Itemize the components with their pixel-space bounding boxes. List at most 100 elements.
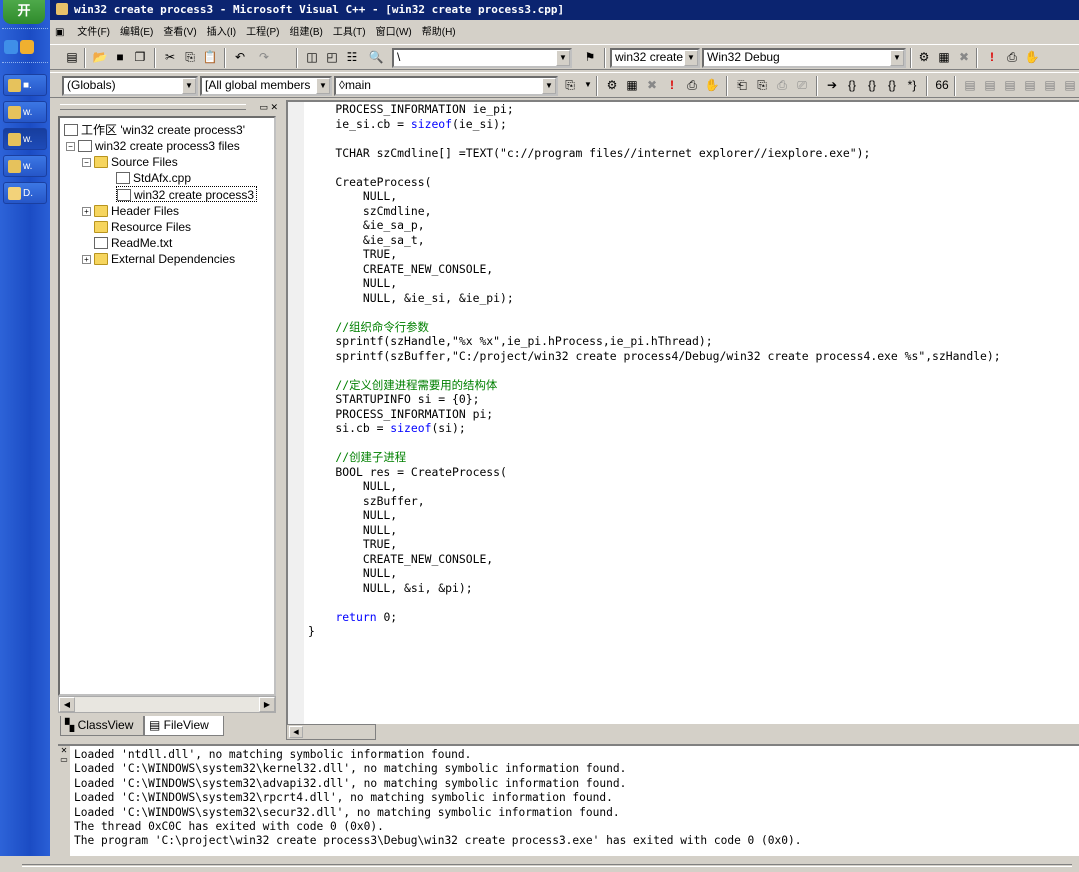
call-stack-icon[interactable]: ▤ (1042, 77, 1058, 93)
restart-icon[interactable]: ⎗ (734, 77, 750, 93)
save-all-icon[interactable]: ❐ (132, 49, 148, 65)
registers-icon[interactable]: ▤ (1002, 77, 1018, 93)
go-icon[interactable]: ⎙ (684, 77, 700, 93)
find-icon[interactable]: ⚑ (582, 49, 598, 65)
stop-build-icon[interactable]: ✖ (956, 49, 972, 65)
tree-node-main-file[interactable]: win32 create process3 (116, 186, 258, 202)
menu-item[interactable]: 帮助(H) (417, 22, 461, 44)
compile-icon[interactable]: ⚙ (604, 77, 620, 93)
chevron-down-icon[interactable]: ▼ (182, 78, 196, 94)
menu-icon[interactable]: ▣ (50, 22, 69, 44)
menu-item[interactable]: 工程(P) (241, 22, 284, 44)
variables-icon[interactable]: ▤ (982, 77, 998, 93)
taskbar-button[interactable]: ■. (3, 74, 47, 96)
menu-item[interactable]: 工具(T) (328, 22, 371, 44)
tree-horizontal-scrollbar[interactable]: ◀ ▶ (58, 696, 276, 713)
menu-item[interactable]: 查看(V) (158, 22, 201, 44)
disassembly-icon[interactable]: ▤ (1062, 77, 1078, 93)
tab-fileview[interactable]: ▤ FileView (144, 716, 224, 736)
tree-root-workspace[interactable]: 工作区 'win32 create process3' (64, 122, 245, 138)
class-scope-combo[interactable]: (Globals) ▼ (62, 76, 198, 96)
scroll-right-icon[interactable]: ▶ (259, 697, 275, 712)
tree-node-external-dependencies[interactable]: + External Dependencies (82, 251, 235, 267)
chevron-down-icon[interactable]: ▼ (890, 50, 904, 66)
quick-watch-icon[interactable]: 66 (934, 77, 950, 93)
save-icon[interactable]: ■ (112, 49, 128, 65)
output-dock-grip[interactable]: ✕ ▭ (58, 746, 70, 856)
menu-item[interactable]: 组建(B) (285, 22, 328, 44)
tree-node-readme[interactable]: ReadMe.txt (94, 235, 172, 251)
expand-icon[interactable]: + (82, 207, 91, 216)
breakpoint-hand-icon[interactable]: ✋ (704, 77, 720, 93)
go-icon[interactable]: ⎙ (1004, 49, 1020, 65)
output-text[interactable]: Loaded 'ntdll.dll', no matching symbolic… (74, 748, 801, 849)
collapse-icon[interactable]: − (82, 158, 91, 167)
new-file-icon[interactable]: ▤ (64, 49, 80, 65)
taskbar-button[interactable]: D. (3, 182, 47, 204)
start-button[interactable]: 开 (3, 0, 45, 24)
menu-item[interactable]: 插入(I) (202, 22, 241, 44)
media-player-icon[interactable] (20, 40, 34, 55)
taskbar-button[interactable]: w. (3, 155, 47, 177)
scroll-left-icon[interactable]: ◀ (289, 726, 303, 738)
taskbar-button[interactable]: w. (3, 101, 47, 123)
execute-icon[interactable]: ! (664, 77, 680, 93)
tab-classview[interactable]: ▚ ClassView (60, 716, 144, 736)
run-to-cursor-icon[interactable]: *} (904, 77, 920, 93)
chevron-down-icon[interactable]: ▼ (580, 77, 596, 93)
scroll-left-icon[interactable]: ◀ (59, 697, 75, 712)
collapse-icon[interactable]: − (66, 142, 75, 151)
redo-icon[interactable]: ↷ (256, 49, 272, 65)
open-folder-icon[interactable]: 📂 (92, 49, 108, 65)
tree-node-header-files[interactable]: + Header Files (82, 203, 179, 219)
breakpoint-hand-icon[interactable]: ✋ (1024, 49, 1040, 65)
dock-grip[interactable] (60, 104, 246, 110)
undo-icon[interactable]: ↶ (232, 49, 248, 65)
chevron-down-icon[interactable]: ▼ (556, 50, 570, 66)
editor-horizontal-scrollbar[interactable]: ◀ (286, 724, 376, 740)
expand-icon[interactable]: + (82, 255, 91, 264)
apply-code-changes-icon[interactable]: ⎚ (794, 77, 810, 93)
members-combo[interactable]: [All global members ▼ (200, 76, 332, 96)
chevron-down-icon[interactable]: ▼ (542, 78, 556, 94)
tree-node-resource-files[interactable]: Resource Files (94, 219, 191, 235)
find-in-files-icon[interactable]: 🔍 (368, 49, 384, 65)
workspace-icon[interactable]: ◫ (304, 49, 320, 65)
wizard-actions-icon[interactable]: ⎘ (562, 77, 578, 93)
app-icon[interactable] (56, 3, 68, 15)
menu-item[interactable]: 编辑(E) (115, 22, 158, 44)
compile-icon[interactable]: ⚙ (916, 49, 932, 65)
restore-icon[interactable]: ▭ (60, 755, 68, 764)
build-icon[interactable]: ▦ (624, 77, 640, 93)
paste-icon[interactable]: 📋 (202, 49, 218, 65)
show-next-statement-icon[interactable]: ➔ (824, 77, 840, 93)
close-icon[interactable]: ✕ (270, 102, 278, 112)
watch-icon[interactable]: ▤ (962, 77, 978, 93)
step-into-icon[interactable]: {} (844, 77, 860, 93)
find-combo[interactable]: \ ▼ (392, 48, 572, 68)
output-window-icon[interactable]: ◰ (324, 49, 340, 65)
chevron-down-icon[interactable]: ▼ (316, 78, 330, 94)
cut-icon[interactable]: ✂ (162, 49, 178, 65)
code-text[interactable]: PROCESS_INFORMATION ie_pi; ie_si.cb = si… (308, 102, 1001, 639)
step-over-icon[interactable]: {} (864, 77, 880, 93)
stop-debugging-icon[interactable]: ⎘ (754, 77, 770, 93)
break-icon[interactable]: ⎙ (774, 77, 790, 93)
close-icon[interactable]: ✕ (61, 746, 68, 755)
copy-icon[interactable]: ⎘ (182, 49, 198, 65)
menu-item[interactable]: 窗口(W) (371, 22, 417, 44)
build-icon[interactable]: ▦ (936, 49, 952, 65)
function-combo[interactable]: ◊main ▼ (334, 76, 558, 96)
memory-icon[interactable]: ▤ (1022, 77, 1038, 93)
window-titlebar[interactable]: win32 create process3 - Microsoft Visual… (50, 0, 1079, 20)
tree-node-source-files[interactable]: − Source Files (82, 154, 178, 170)
execute-icon[interactable]: ! (984, 49, 1000, 65)
editor-selection-margin[interactable] (288, 102, 304, 724)
restore-icon[interactable]: ▭ (259, 102, 268, 112)
menu-item[interactable]: 文件(F) (72, 22, 115, 44)
chevron-down-icon[interactable]: ▼ (684, 50, 698, 66)
code-editor[interactable]: PROCESS_INFORMATION ie_pi; ie_si.cb = si… (286, 100, 1079, 724)
build-config-combo[interactable]: Win32 Debug ▼ (702, 48, 906, 68)
tree-node-project[interactable]: − win32 create process3 files (66, 138, 240, 154)
window-list-icon[interactable]: ☷ (344, 49, 360, 65)
